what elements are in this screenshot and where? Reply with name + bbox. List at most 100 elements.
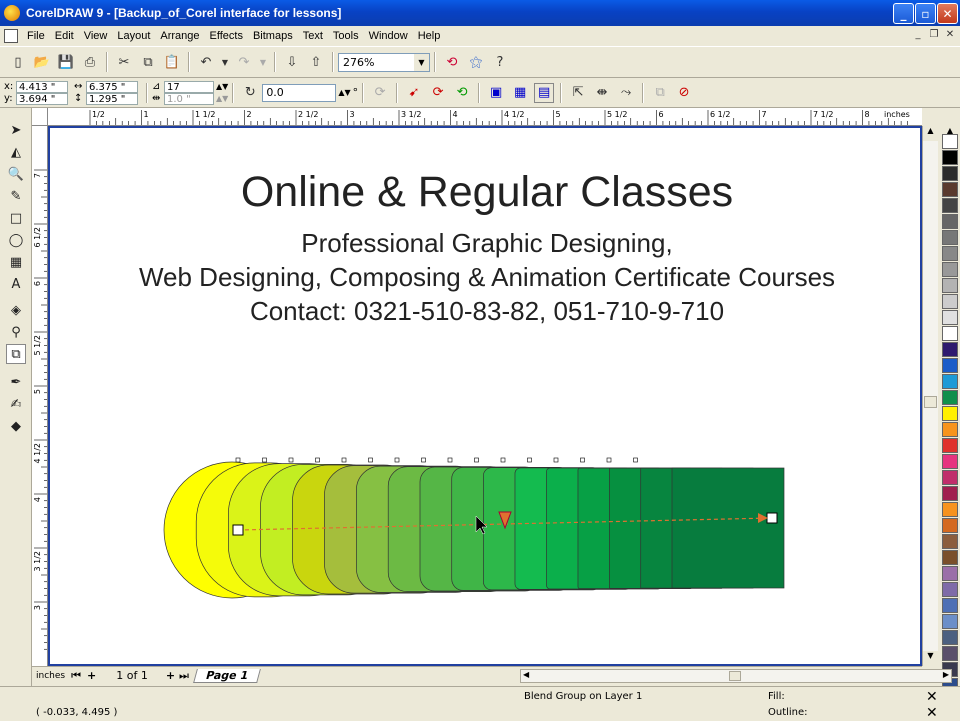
save-icon[interactable]: 💾: [56, 52, 76, 72]
cut-icon[interactable]: ✂: [114, 52, 134, 72]
new-document-icon[interactable]: ▯: [8, 52, 28, 72]
selection-node[interactable]: [474, 457, 479, 463]
export-icon[interactable]: ⇧: [306, 52, 326, 72]
vertical-ruler[interactable]: 7 6 1/2 6 5 1/2 5 4 1/2 4 3 1/2 3: [32, 126, 48, 666]
close-button[interactable]: ✕: [937, 3, 958, 24]
redo-icon[interactable]: ↷: [234, 52, 254, 72]
color-swatch[interactable]: [942, 246, 958, 261]
graph-paper-tool-icon[interactable]: ▦: [6, 252, 26, 272]
menu-help[interactable]: Help: [413, 30, 446, 42]
color-swatch[interactable]: [942, 358, 958, 373]
color-swatch[interactable]: [942, 550, 958, 565]
color-swatch[interactable]: [942, 598, 958, 613]
copy-icon[interactable]: ⧉: [138, 52, 158, 72]
color-swatch[interactable]: [942, 518, 958, 533]
height-value[interactable]: 1.295 ": [86, 92, 138, 105]
zoom-level-select[interactable]: 276% ▼: [338, 52, 430, 72]
whats-this-help-icon[interactable]: ?: [490, 52, 510, 72]
color-swatch[interactable]: [942, 390, 958, 405]
undo-icon[interactable]: ↶: [196, 52, 216, 72]
color-swatch[interactable]: [942, 342, 958, 357]
loop-blend-icon[interactable]: ⟳: [370, 83, 390, 103]
blend-handle[interactable]: [766, 512, 778, 524]
pick-tool-icon[interactable]: ➤: [6, 120, 26, 140]
color-swatch[interactable]: [942, 214, 958, 229]
horizontal-scrollbar[interactable]: ◀ ▶: [520, 669, 952, 683]
outline-pen-tool-icon[interactable]: ✒: [6, 372, 26, 392]
selection-node[interactable]: [447, 457, 453, 463]
blend-rotation-field[interactable]: 0.0: [262, 83, 337, 102]
last-page-icon[interactable]: ⏭: [179, 669, 189, 683]
drawing-canvas[interactable]: Online & Regular Classes Professional Gr…: [48, 126, 922, 666]
open-folder-icon[interactable]: 📂: [32, 52, 52, 72]
horizontal-scroll-thumb[interactable]: [729, 671, 741, 681]
blend-steps-field[interactable]: ⊿ 17 ▲▼: [152, 80, 228, 93]
selection-node[interactable]: [580, 457, 585, 463]
freehand-tool-icon[interactable]: ✎: [6, 186, 26, 206]
no-fill-icon[interactable]: ✕: [926, 689, 938, 705]
pen-tool-icon[interactable]: ✍: [6, 394, 26, 414]
x-position-field[interactable]: x: 4.413 ": [4, 80, 68, 93]
selection-node[interactable]: [368, 457, 373, 463]
zoom-tool-icon[interactable]: 🔍: [6, 164, 26, 184]
path-properties-icon[interactable]: ⇼: [592, 83, 612, 103]
tab-page-1[interactable]: Page 1: [193, 668, 261, 683]
add-page-before-icon[interactable]: +: [87, 669, 96, 682]
color-swatch[interactable]: [942, 534, 958, 549]
menu-bitmaps[interactable]: Bitmaps: [248, 30, 298, 42]
color-swatch[interactable]: [942, 374, 958, 389]
color-swatch[interactable]: [942, 230, 958, 245]
y-position-field[interactable]: y: 3.694 ": [4, 92, 68, 105]
selection-node[interactable]: [606, 457, 612, 463]
copy-blend-icon[interactable]: ⧉: [650, 83, 670, 103]
color-swatch[interactable]: [942, 150, 958, 165]
shape-tool-icon[interactable]: ◭: [6, 142, 26, 162]
color-swatch[interactable]: [942, 198, 958, 213]
corel-launcher-icon[interactable]: ⟲: [442, 52, 462, 72]
interactive-fill-tool-icon[interactable]: ◈: [6, 300, 26, 320]
color-swatch[interactable]: [942, 566, 958, 581]
blend-group[interactable]: [50, 128, 920, 668]
clockwise-blend-icon[interactable]: ⟳: [428, 83, 448, 103]
color-swatch[interactable]: [942, 262, 958, 277]
selection-node[interactable]: [341, 457, 347, 463]
counterclockwise-blend-icon[interactable]: ⟲: [452, 83, 472, 103]
print-icon[interactable]: ⎙: [80, 52, 100, 72]
color-swatch[interactable]: [942, 310, 958, 325]
text-tool-icon[interactable]: A: [6, 274, 26, 294]
selection-node[interactable]: [553, 457, 559, 463]
selection-node[interactable]: [527, 457, 532, 463]
scroll-left-icon[interactable]: ◀: [523, 670, 529, 679]
blend-spacing-field[interactable]: ⇹ 1.0 " ▲▼: [152, 92, 228, 105]
width-field[interactable]: ↔ 6.375 ": [74, 80, 138, 93]
scroll-up-icon[interactable]: ▲: [923, 126, 938, 141]
color-swatch[interactable]: [942, 182, 958, 197]
selection-node[interactable]: [633, 457, 638, 463]
color-swatch[interactable]: [942, 422, 958, 437]
menu-text[interactable]: Text: [298, 30, 328, 42]
first-page-icon[interactable]: ⏮: [71, 669, 81, 683]
selection-node[interactable]: [500, 457, 506, 463]
ellipse-tool-icon[interactable]: ◯: [6, 230, 26, 250]
add-page-after-icon[interactable]: +: [166, 669, 175, 682]
rectangle-tool-icon[interactable]: □: [6, 208, 26, 228]
selection-node[interactable]: [394, 457, 400, 463]
menu-window[interactable]: Window: [364, 30, 413, 42]
menu-effects[interactable]: Effects: [205, 30, 248, 42]
color-swatch[interactable]: [942, 454, 958, 469]
blend-step-shape[interactable]: [671, 467, 785, 589]
undo-dropdown-icon[interactable]: ▼: [220, 52, 230, 72]
color-swatch[interactable]: [942, 470, 958, 485]
import-icon[interactable]: ⇩: [282, 52, 302, 72]
accelerate-sizing-icon[interactable]: ▦: [510, 83, 530, 103]
horizontal-ruler[interactable]: 1/2 1 1 1/2 2 2 1/2 3 3 1/2 4 4 1/2 5 5 1/2 6 6 1/2 7…: [48, 108, 922, 126]
doc-restore-button[interactable]: ❐: [926, 29, 942, 43]
color-swatch[interactable]: [942, 486, 958, 501]
object-color-acceleration-icon[interactable]: ▣: [486, 83, 506, 103]
maximize-button[interactable]: ▫: [915, 3, 936, 24]
selection-node[interactable]: [262, 457, 267, 463]
color-swatch[interactable]: [942, 502, 958, 517]
y-position-value[interactable]: 3.694 ": [16, 92, 68, 105]
no-outline-icon[interactable]: ✕: [926, 705, 938, 721]
color-swatch[interactable]: [942, 630, 958, 645]
